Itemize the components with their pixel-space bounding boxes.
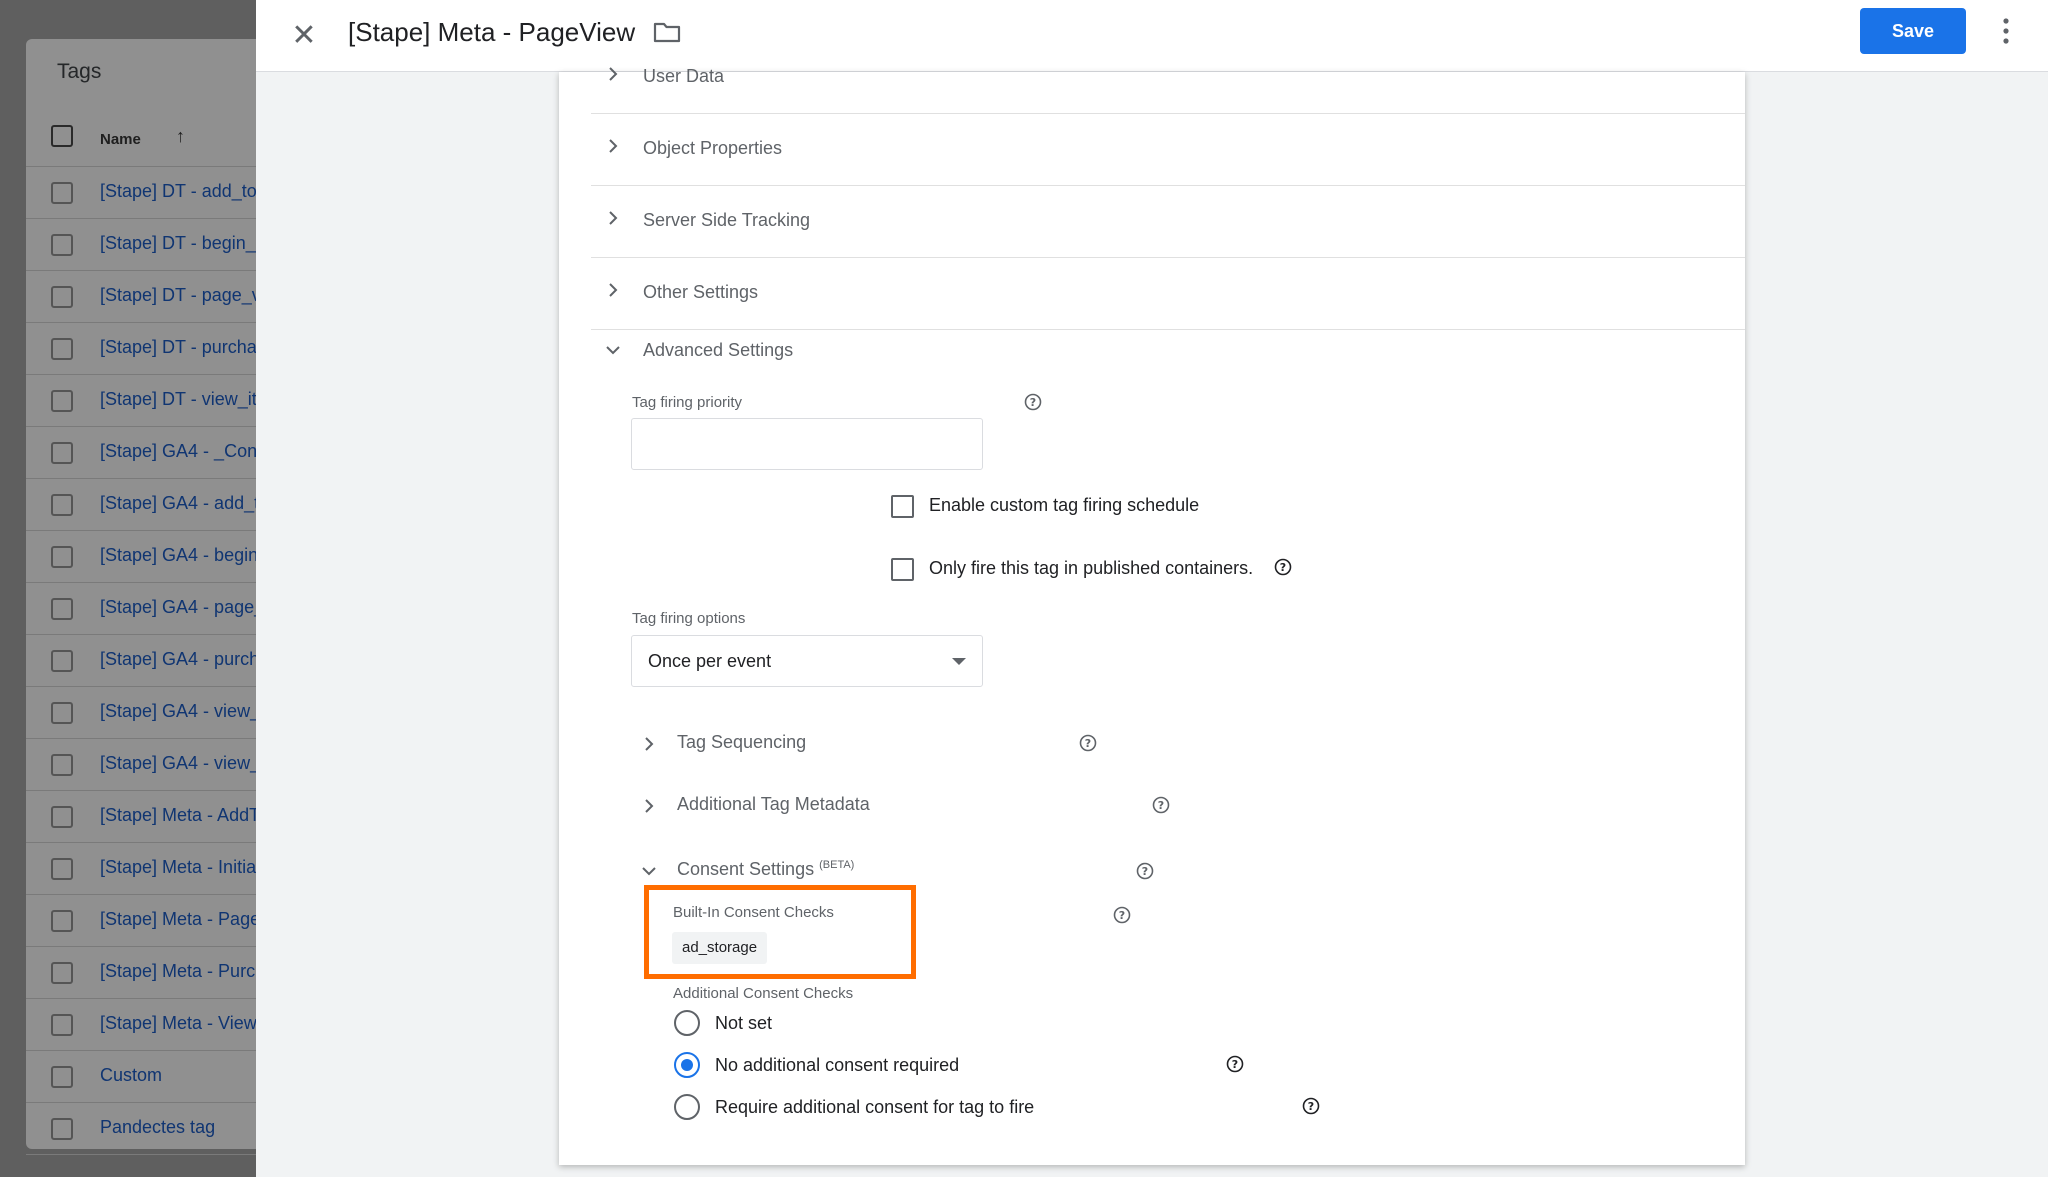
help-icon[interactable]: ?: [1226, 1055, 1244, 1073]
help-icon[interactable]: ?: [1152, 796, 1170, 814]
tag-firing-priority-input[interactable]: [631, 418, 983, 470]
section-object-properties[interactable]: Object Properties: [591, 114, 1745, 186]
radio-no-additional-consent[interactable]: [674, 1052, 700, 1078]
consent-chip-ad-storage: ad_storage: [672, 932, 768, 964]
svg-text:?: ?: [1280, 561, 1286, 574]
subsection-tag-sequencing[interactable]: Tag Sequencing: [631, 726, 1131, 762]
more-vert-icon[interactable]: [1994, 14, 2018, 48]
chevron-right-icon: [645, 799, 654, 813]
close-icon[interactable]: ✕: [286, 18, 322, 54]
subsection-additional-tag-metadata[interactable]: Additional Tag Metadata: [631, 788, 1131, 824]
beta-badge: (BETA): [819, 859, 855, 871]
tag-editor-panel: ✕ [Stape] Meta - PageView Save User Data…: [256, 0, 2048, 1177]
svg-text:?: ?: [1142, 865, 1148, 878]
svg-text:?: ?: [1085, 737, 1091, 750]
chevron-right-icon: [645, 737, 654, 751]
chevron-down-icon: [642, 867, 656, 876]
chevron-down-icon: [606, 346, 620, 355]
svg-text:?: ?: [1308, 1100, 1314, 1113]
help-icon[interactable]: ?: [1113, 906, 1131, 924]
custom-schedule-label: Enable custom tag firing schedule: [929, 495, 1200, 515]
subsection-label: Additional Tag Metadata: [677, 794, 870, 814]
svg-text:?: ?: [1119, 909, 1125, 922]
section-label: Server Side Tracking: [643, 210, 811, 230]
save-button[interactable]: Save: [1860, 8, 1966, 54]
section-other-settings[interactable]: Other Settings: [591, 258, 1745, 330]
section-label: User Data: [643, 66, 725, 86]
tag-firing-priority-label: Tag firing priority: [632, 394, 743, 411]
published-only-label: Only fire this tag in published containe…: [929, 558, 1254, 578]
section-advanced-settings[interactable]: Advanced Settings: [591, 330, 1191, 370]
firing-options-value: Once per event: [648, 651, 772, 671]
firing-options-select[interactable]: Once per event: [631, 635, 983, 687]
subsection-label: Tag Sequencing: [677, 732, 807, 752]
radio-label-no-additional-consent: No additional consent required: [715, 1055, 960, 1075]
subsection-label: Consent Settings (BETA): [677, 859, 855, 879]
svg-text:?: ?: [1030, 396, 1036, 409]
help-icon[interactable]: ?: [1274, 558, 1292, 576]
radio-label-not-set: Not set: [715, 1013, 773, 1033]
section-label: Other Settings: [643, 282, 759, 302]
help-icon[interactable]: ?: [1079, 734, 1097, 752]
additional-consent-label: Additional Consent Checks: [673, 985, 854, 1002]
dropdown-caret-icon: [952, 658, 966, 665]
section-label: Advanced Settings: [643, 340, 794, 360]
chevron-right-icon: [609, 283, 618, 297]
svg-text:?: ?: [1232, 1058, 1238, 1071]
help-icon[interactable]: ?: [1136, 862, 1154, 880]
builtin-consent-label: Built-In Consent Checks: [673, 904, 834, 921]
svg-text:?: ?: [1158, 799, 1164, 812]
section-label: Object Properties: [643, 138, 783, 158]
folder-icon[interactable]: [653, 21, 681, 43]
radio-label-require-additional-consent: Require additional consent for tag to fi…: [715, 1097, 1035, 1117]
radio-require-additional-consent[interactable]: [674, 1094, 700, 1120]
subsection-consent-settings[interactable]: Consent Settings (BETA): [631, 853, 1131, 889]
firing-options-label: Tag firing options: [632, 610, 746, 627]
modal-scrim: [0, 0, 256, 1177]
custom-schedule-checkbox[interactable]: [891, 495, 914, 518]
help-icon[interactable]: ?: [1302, 1097, 1320, 1115]
tag-configuration-card: User Data Object Properties Server Side …: [559, 66, 1745, 1165]
section-user-data[interactable]: User Data: [591, 42, 1745, 114]
help-icon[interactable]: ?: [1024, 393, 1042, 411]
chevron-right-icon: [609, 211, 618, 225]
chevron-right-icon: [609, 67, 618, 81]
radio-not-set[interactable]: [674, 1010, 700, 1036]
published-only-checkbox[interactable]: [891, 558, 914, 581]
section-server-side-tracking[interactable]: Server Side Tracking: [591, 186, 1745, 258]
chevron-right-icon: [609, 139, 618, 153]
